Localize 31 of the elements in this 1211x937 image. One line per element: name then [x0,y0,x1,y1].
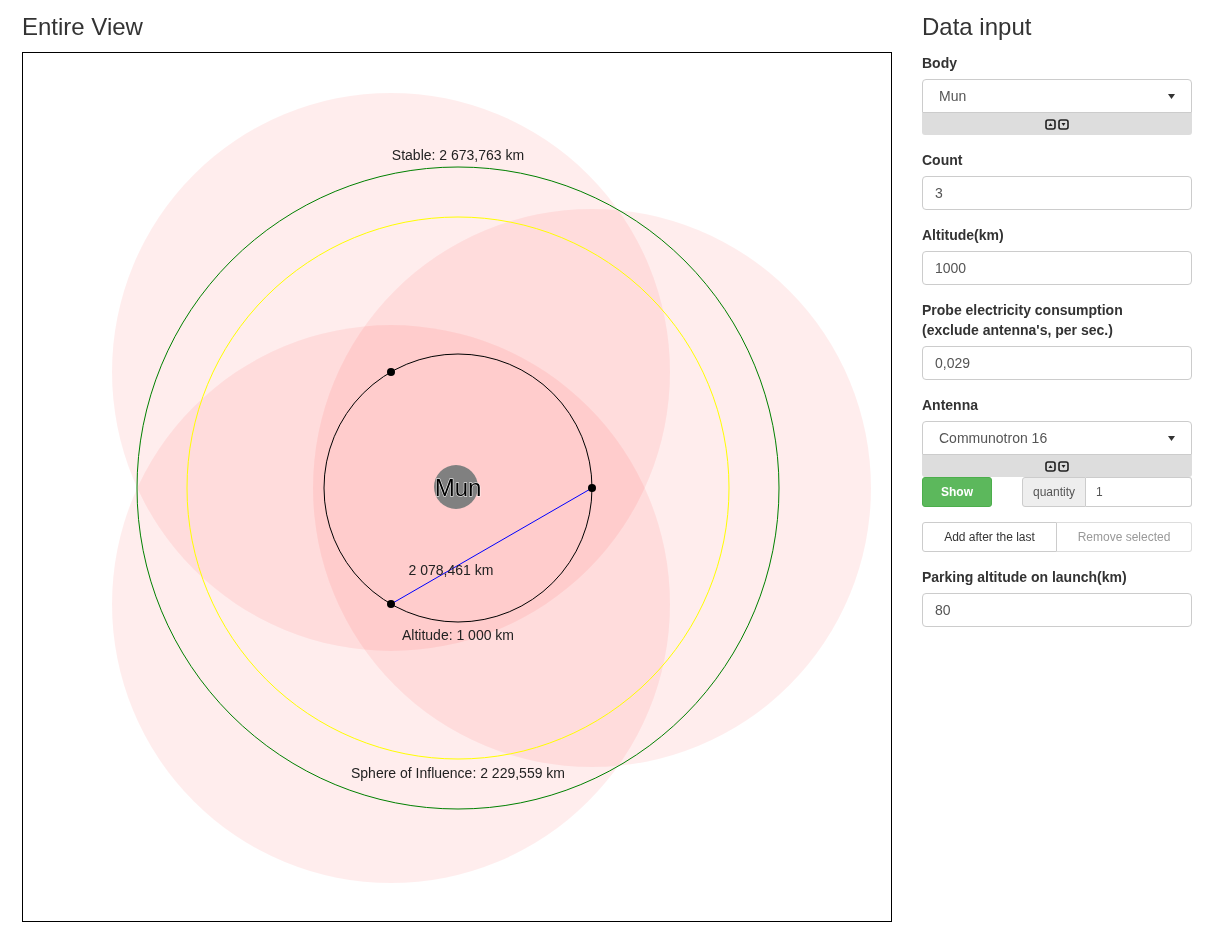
input-field[interactable]: 80 [922,593,1192,627]
quantity-field[interactable]: 1 [1086,477,1192,507]
add-button[interactable]: Add after the last [922,522,1057,552]
quantity-addon: quantity [1022,477,1086,507]
up-icon[interactable] [1045,118,1056,130]
panel-title: Data input [922,13,1033,41]
down-icon[interactable] [1058,460,1069,472]
input-field[interactable]: 1000 [922,251,1192,285]
satellite-dot[interactable] [387,600,395,609]
field-label: Probe electricity consumption (exclude antenna's, per sec.) [922,301,1124,340]
view-title: Entire View [22,13,144,41]
caret-icon [1168,93,1175,99]
down-icon[interactable] [1058,118,1069,130]
field-label: Count [922,151,964,170]
select-field[interactable]: Communotron 16 [922,421,1192,455]
altitude-label: Altitude: 1 000 km [401,627,515,643]
select-field[interactable]: Mun [922,79,1192,113]
spinner-bar[interactable] [922,455,1192,477]
field-label: Antenna [922,396,979,415]
caret-icon [1168,435,1175,441]
input-field[interactable]: 0,029 [922,346,1192,380]
field-label: Altitude(km) [922,226,1005,245]
soi-label: Sphere of Influence: 2 229,559 km [351,765,565,781]
satellite-dot[interactable] [387,367,395,376]
field-label: Parking altitude on launch(km) [922,568,1128,587]
spinner-bar[interactable] [922,113,1192,135]
stable-label: Stable: 2 673,763 km [391,147,525,163]
satellite-dot[interactable] [588,484,596,492]
field-label: Body [922,54,958,73]
input-field[interactable]: 3 [922,176,1192,210]
up-icon[interactable] [1045,460,1056,472]
